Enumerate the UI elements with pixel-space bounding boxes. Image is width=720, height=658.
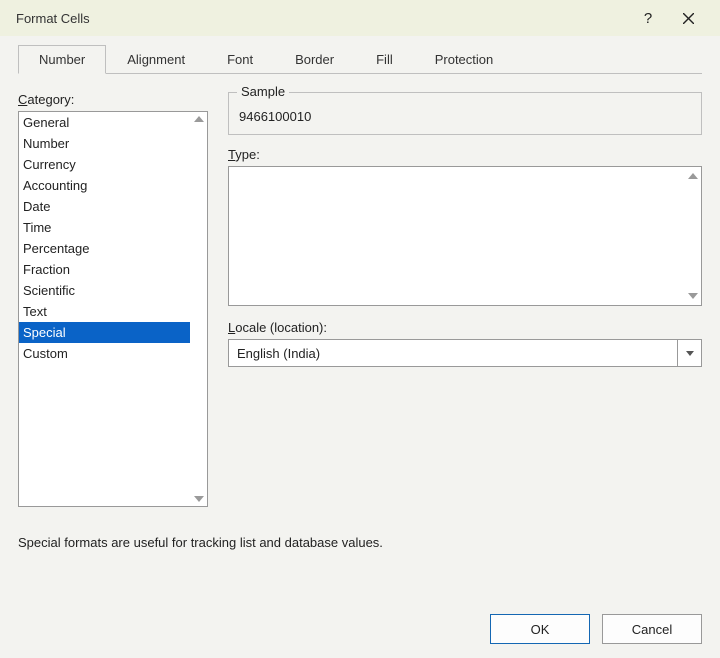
category-item[interactable]: Accounting bbox=[19, 175, 190, 196]
scroll-up-icon bbox=[194, 116, 204, 122]
category-item[interactable]: Special bbox=[19, 322, 190, 343]
close-button[interactable] bbox=[668, 0, 708, 36]
tab-protection[interactable]: Protection bbox=[414, 45, 515, 74]
titlebar: Format Cells ? bbox=[0, 0, 720, 36]
tab-strip: NumberAlignmentFontBorderFillProtection bbox=[18, 44, 702, 74]
cancel-button[interactable]: Cancel bbox=[602, 614, 702, 644]
category-item[interactable]: General bbox=[19, 112, 190, 133]
category-item[interactable]: Date bbox=[19, 196, 190, 217]
tab-number-panel: Category: GeneralNumberCurrencyAccountin… bbox=[18, 74, 702, 600]
cancel-button-label: Cancel bbox=[632, 622, 672, 637]
tab-alignment[interactable]: Alignment bbox=[106, 45, 206, 74]
chevron-down-icon bbox=[686, 351, 694, 356]
scroll-down-icon bbox=[688, 293, 698, 299]
type-listbox[interactable] bbox=[228, 166, 702, 306]
scroll-down-icon bbox=[194, 496, 204, 502]
close-icon bbox=[683, 13, 694, 24]
dialog-content: NumberAlignmentFontBorderFillProtection … bbox=[0, 36, 720, 600]
sample-group: Sample 9466100010 bbox=[228, 92, 702, 135]
category-item[interactable]: Number bbox=[19, 133, 190, 154]
category-item[interactable]: Scientific bbox=[19, 280, 190, 301]
tab-fill[interactable]: Fill bbox=[355, 45, 414, 74]
dialog-buttons: OK Cancel bbox=[0, 600, 720, 658]
type-scrollbar[interactable] bbox=[684, 167, 701, 305]
locale-value: English (India) bbox=[237, 346, 320, 361]
category-item[interactable]: Text bbox=[19, 301, 190, 322]
dialog-title: Format Cells bbox=[16, 11, 90, 26]
category-item[interactable]: Fraction bbox=[19, 259, 190, 280]
sample-value: 9466100010 bbox=[239, 109, 691, 124]
category-item[interactable]: Percentage bbox=[19, 238, 190, 259]
ok-button[interactable]: OK bbox=[490, 614, 590, 644]
tab-font[interactable]: Font bbox=[206, 45, 274, 74]
category-scrollbar[interactable] bbox=[190, 112, 207, 506]
sample-label: Sample bbox=[237, 84, 289, 99]
category-item[interactable]: Custom bbox=[19, 343, 190, 364]
help-button[interactable]: ? bbox=[628, 0, 668, 36]
scroll-up-icon bbox=[688, 173, 698, 179]
category-item[interactable]: Time bbox=[19, 217, 190, 238]
locale-label: Locale (location): bbox=[228, 320, 702, 335]
format-cells-dialog: Format Cells ? NumberAlignmentFontBorder… bbox=[0, 0, 720, 658]
category-description: Special formats are useful for tracking … bbox=[18, 535, 702, 550]
type-label: Type: bbox=[228, 147, 702, 162]
category-listbox[interactable]: GeneralNumberCurrencyAccountingDateTimeP… bbox=[18, 111, 208, 507]
category-item[interactable]: Currency bbox=[19, 154, 190, 175]
locale-select[interactable]: English (India) bbox=[228, 339, 678, 367]
help-icon: ? bbox=[644, 10, 652, 27]
category-label: Category: bbox=[18, 92, 208, 107]
tab-number[interactable]: Number bbox=[18, 45, 106, 74]
ok-button-label: OK bbox=[531, 622, 550, 637]
tab-border[interactable]: Border bbox=[274, 45, 355, 74]
locale-dropdown-button[interactable] bbox=[678, 339, 702, 367]
